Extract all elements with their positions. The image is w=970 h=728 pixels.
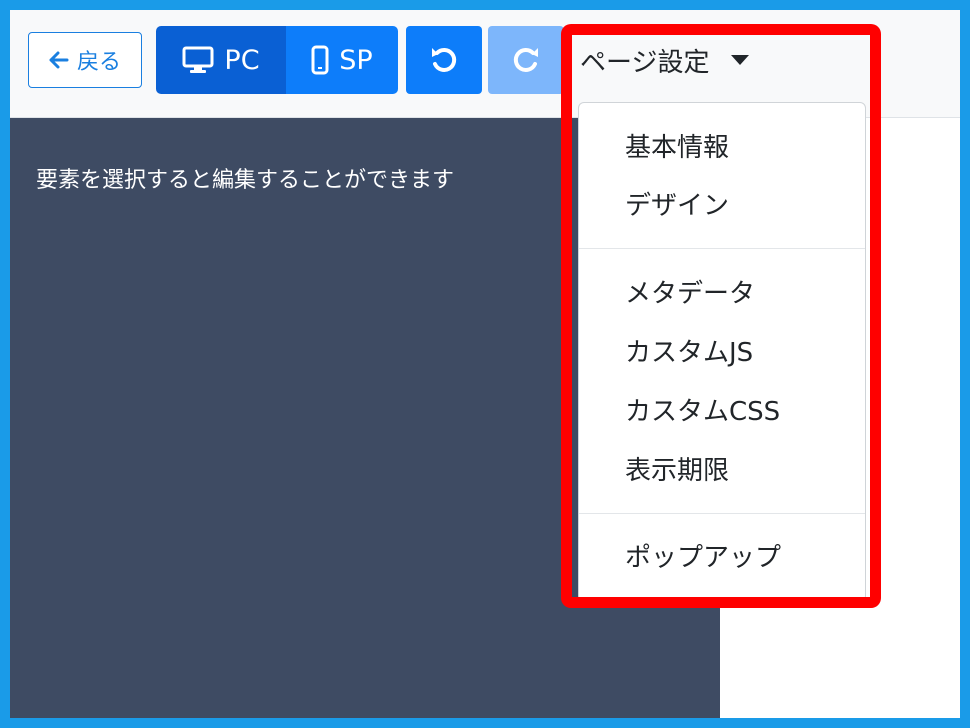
app-window: 戻る PC SP 要素を選択すると編集することができます ページ設定 基本情報 …	[10, 10, 960, 718]
back-label: 戻る	[76, 50, 121, 75]
page-settings-label: ページ設定	[580, 47, 710, 78]
menu-item-metadata[interactable]: メタデータ	[625, 273, 755, 310]
device-toggle: PC SP	[156, 26, 398, 94]
menu-item-design[interactable]: デザイン	[625, 185, 729, 222]
undo-icon	[432, 47, 457, 72]
menu-divider	[579, 513, 865, 514]
redo-icon	[513, 47, 538, 72]
undo-button[interactable]	[406, 26, 482, 94]
back-button[interactable]: 戻る	[28, 32, 142, 88]
menu-item-basic-info[interactable]: 基本情報	[625, 127, 729, 164]
page-settings-menu: 基本情報 デザイン メタデータ カスタムJS カスタムCSS 表示期限 ポップア…	[578, 102, 866, 602]
desktop-icon	[182, 46, 214, 73]
arrow-left-icon	[49, 51, 69, 69]
redo-button[interactable]	[488, 26, 564, 94]
sp-label: SP	[339, 44, 373, 76]
menu-item-custom-js[interactable]: カスタムJS	[625, 332, 753, 369]
sp-view-button[interactable]: SP	[286, 26, 398, 94]
menu-divider	[579, 248, 865, 249]
menu-item-custom-css[interactable]: カスタムCSS	[625, 391, 780, 428]
pc-label: PC	[224, 44, 260, 76]
mobile-icon	[311, 45, 329, 75]
menu-item-display-period[interactable]: 表示期限	[625, 450, 729, 487]
caret-down-icon	[731, 55, 750, 65]
page-settings-dropdown-toggle[interactable]: ページ設定	[580, 38, 750, 82]
menu-item-popup[interactable]: ポップアップ	[625, 537, 781, 574]
editor-hint: 要素を選択すると編集することができます	[36, 168, 455, 193]
pc-view-button[interactable]: PC	[156, 26, 286, 94]
